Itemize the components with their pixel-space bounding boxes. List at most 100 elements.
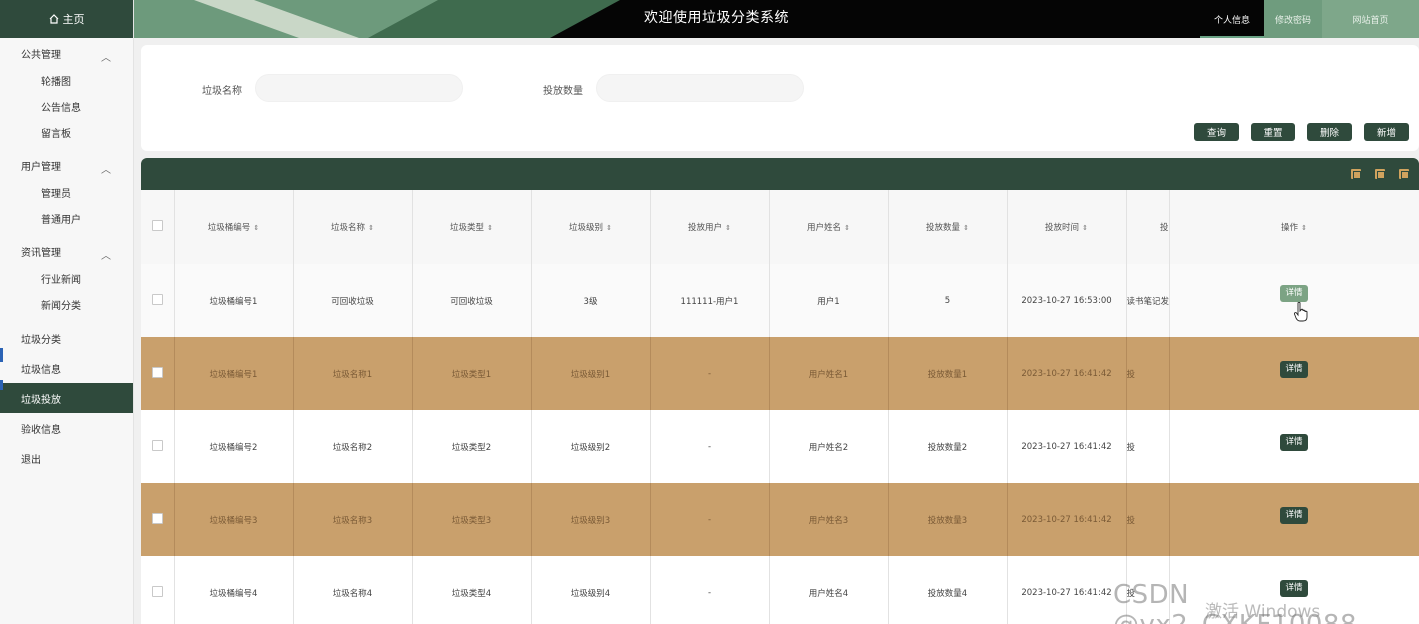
sidebar-item-news-category[interactable]: 新闻分类 <box>0 291 133 317</box>
column-label: 投 <box>1159 223 1169 233</box>
home-link[interactable]: 主页 <box>0 0 133 38</box>
table-cell: 垃圾级别2 <box>531 410 651 483</box>
sidebar-item-normal-user[interactable]: 普通用户 <box>0 205 133 231</box>
sidebar-item-garbage-disposal[interactable]: 垃圾投放 <box>0 383 133 413</box>
table-toolbar <box>141 158 1419 190</box>
column-label: 投放数量 <box>926 223 961 233</box>
actions-cell: 详情 <box>1169 337 1419 410</box>
menu-group-label: 公共管理 <box>21 49 61 61</box>
table-cell: 用户姓名2 <box>769 410 889 483</box>
top-header: 欢迎使用垃圾分类系统 个人信息 修改密码 网站首页 <box>134 0 1419 38</box>
column-header[interactable]: 用户姓名 ⇕ <box>769 190 889 264</box>
column-header[interactable]: 投放用户 ⇕ <box>650 190 770 264</box>
nav-site-home[interactable]: 网站首页 <box>1322 0 1419 38</box>
sort-icon[interactable]: ⇕ <box>253 224 259 232</box>
nav-change-password[interactable]: 修改密码 <box>1264 0 1322 38</box>
table-cell: - <box>650 410 770 483</box>
column-header[interactable]: 垃圾类型 ⇕ <box>412 190 532 264</box>
table-cell: 2023-10-27 16:41:42 <box>1007 410 1127 483</box>
detail-button[interactable]: 详情 <box>1280 361 1308 378</box>
sidebar-item-logout[interactable]: 退出 <box>0 443 133 473</box>
table-cell: - <box>650 483 770 556</box>
sort-icon[interactable]: ⇕ <box>963 224 969 232</box>
sidebar-item-announcement[interactable]: 公告信息 <box>0 93 133 119</box>
grid-icon[interactable] <box>1351 169 1361 179</box>
row-checkbox[interactable] <box>151 293 163 305</box>
table-cell: 垃圾名称1 <box>293 337 413 410</box>
sort-icon[interactable]: ⇕ <box>487 224 493 232</box>
sidebar-item-message-board[interactable]: 留言板 <box>0 119 133 145</box>
actions-cell: 详情 <box>1169 264 1419 337</box>
row-checkbox[interactable] <box>151 585 163 597</box>
select-all-checkbox[interactable] <box>151 220 163 231</box>
column-label: 投放用户 <box>688 223 723 233</box>
row-checkbox[interactable] <box>151 439 163 451</box>
edge-marker <box>0 380 3 390</box>
column-header[interactable]: 投 <box>1126 190 1170 264</box>
table-cell: 用户1 <box>769 264 889 337</box>
home-icon <box>49 14 58 24</box>
table-row[interactable]: 垃圾桶编号1 垃圾名称1 垃圾类型1 垃圾级别1- 用户姓名1 投放数量1 2023-10-… <box>141 337 1419 410</box>
garbage-name-label: 垃圾名称 <box>202 86 242 97</box>
query-button[interactable]: 查询 <box>1194 123 1239 141</box>
sidebar-item-garbage-category[interactable]: 垃圾分类 <box>0 323 133 353</box>
sidebar-item-inspection-info[interactable]: 验收信息 <box>0 413 133 443</box>
reset-button[interactable]: 重置 <box>1251 123 1295 141</box>
sort-icon[interactable]: ⇕ <box>725 224 731 232</box>
column-header[interactable]: 投放数量 ⇕ <box>888 190 1008 264</box>
print-icon[interactable] <box>1399 169 1409 179</box>
column-label: 用户姓名 <box>807 223 842 233</box>
sidebar-item-admin[interactable]: 管理员 <box>0 179 133 205</box>
sidebar-item-garbage-info[interactable]: 垃圾信息 <box>0 353 133 383</box>
csdn-watermark: CSDN @vx2_CXKF10088 <box>1113 580 1357 624</box>
sidebar-item-carousel[interactable]: 轮播图 <box>0 67 133 93</box>
row-select-cell <box>141 556 175 624</box>
column-label: 垃圾类型 <box>450 223 485 233</box>
detail-button[interactable]: 详情 <box>1280 434 1308 451</box>
nav-profile[interactable]: 个人信息 <box>1200 0 1264 38</box>
column-label: 投放时间 <box>1045 223 1080 233</box>
column-header[interactable]: 垃圾级别 ⇕ <box>531 190 651 264</box>
table-cell: - <box>650 556 770 624</box>
detail-button[interactable]: 详情 <box>1280 507 1308 524</box>
menu-group-public[interactable]: 公共管理 ︿ <box>0 39 133 67</box>
row-checkbox[interactable] <box>151 512 163 524</box>
sort-icon[interactable]: ⇕ <box>1301 224 1307 232</box>
delete-button[interactable]: 删除 <box>1307 123 1352 141</box>
garbage-name-input[interactable] <box>255 74 463 102</box>
column-header[interactable]: 垃圾名称 ⇕ <box>293 190 413 264</box>
menu-group-news[interactable]: 资讯管理 ︿ <box>0 237 133 265</box>
sort-icon[interactable]: ⇕ <box>368 224 374 232</box>
table-cell: 5 <box>888 264 1008 337</box>
sort-icon[interactable]: ⇕ <box>844 224 850 232</box>
table-cell: 可回收垃圾 <box>293 264 413 337</box>
detail-button[interactable]: 详情 <box>1280 285 1308 302</box>
quantity-input[interactable] <box>596 74 804 102</box>
column-label: 操作 <box>1281 223 1299 233</box>
table-cell: 垃圾桶编号2 <box>174 410 294 483</box>
column-header[interactable]: 操作 ⇕ <box>1169 190 1419 264</box>
table-cell: 垃圾名称4 <box>293 556 413 624</box>
table-row[interactable]: 垃圾桶编号1 可回收垃圾 可回收垃圾 3级 111111-用户1 用户1 5 2023-10-… <box>141 264 1419 337</box>
menu-group-users[interactable]: 用户管理 ︿ <box>0 151 133 179</box>
table-cell: 垃圾桶编号4 <box>174 556 294 624</box>
sidebar-item-industry-news[interactable]: 行业新闻 <box>0 265 133 291</box>
column-header[interactable]: 投放时间 ⇕ <box>1007 190 1127 264</box>
table-cell: 2023-10-27 16:41:42 <box>1007 483 1127 556</box>
sidebar: 主页 公共管理 ︿ 轮播图 公告信息 留言板 用户管理 ︿ 管理员 普通用户 资… <box>0 0 134 624</box>
data-table: 垃圾桶编号 ⇕ 垃圾名称 ⇕ 垃圾类型 ⇕ 垃圾级别 ⇕ 投放用户 ⇕ 用户姓名 ⇕ 投放数… <box>141 190 1419 624</box>
sort-icon[interactable]: ⇕ <box>606 224 612 232</box>
search-panel: 垃圾名称 投放数量 查询 重置 删除 新增 <box>141 45 1419 151</box>
menu-group-label: 资讯管理 <box>21 247 61 259</box>
add-button[interactable]: 新增 <box>1364 123 1409 141</box>
table-cell: 垃圾类型2 <box>412 410 532 483</box>
table-cell: 垃圾类型4 <box>412 556 532 624</box>
chevron-up-icon: ︿ <box>101 164 111 176</box>
table-row[interactable]: 垃圾桶编号2 垃圾名称2 垃圾类型2 垃圾级别2- 用户姓名2 投放数量2 2023-10-… <box>141 410 1419 483</box>
column-label: 垃圾级别 <box>569 223 604 233</box>
row-checkbox[interactable] <box>151 366 163 378</box>
export-icon[interactable] <box>1375 169 1385 179</box>
table-row[interactable]: 垃圾桶编号3 垃圾名称3 垃圾类型3 垃圾级别3- 用户姓名3 投放数量3 2023-10-… <box>141 483 1419 556</box>
column-header[interactable]: 垃圾桶编号 ⇕ <box>174 190 294 264</box>
sort-icon[interactable]: ⇕ <box>1082 224 1088 232</box>
